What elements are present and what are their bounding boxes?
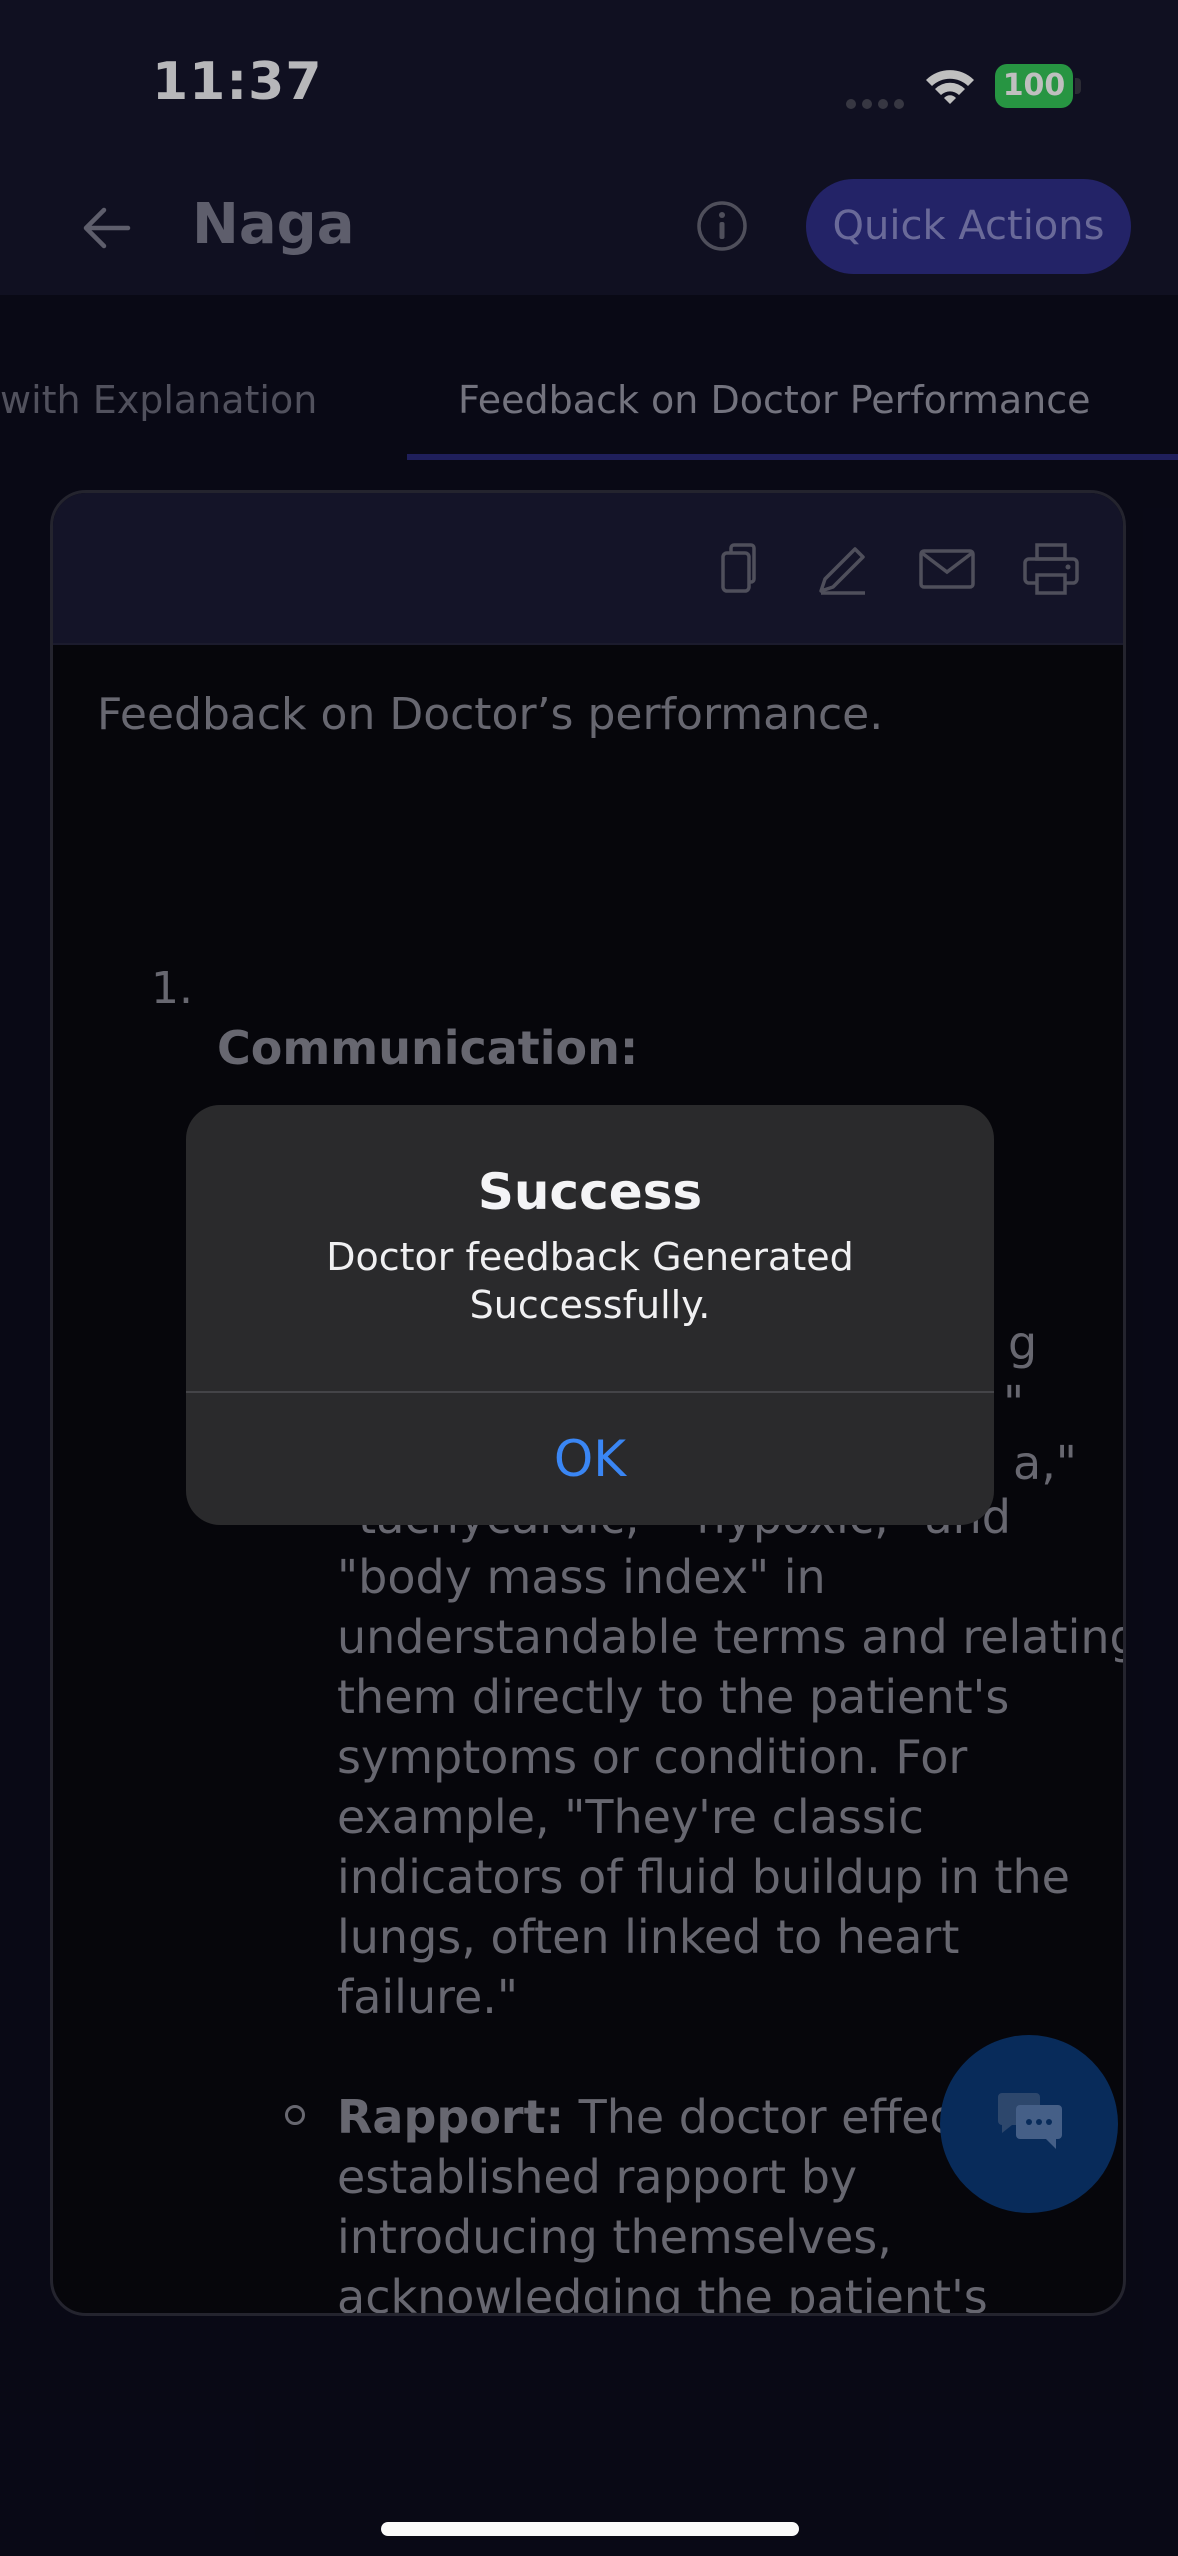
- success-alert: Success Doctor feedback Generated Succes…: [186, 1105, 994, 1525]
- home-indicator[interactable]: [381, 2522, 799, 2536]
- alert-title: Success: [477, 1163, 703, 1221]
- alert-message: Doctor feedback Generated Successfully.: [326, 1235, 854, 1327]
- ok-button[interactable]: OK: [186, 1393, 994, 1525]
